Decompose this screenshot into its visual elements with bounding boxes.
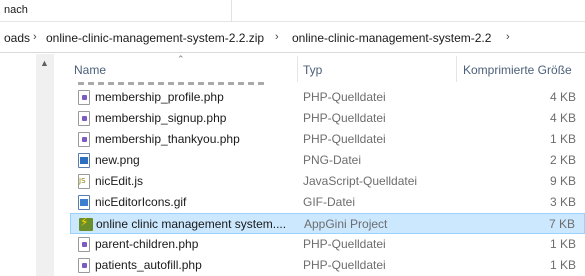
file-row[interactable]: patients_autofill.php PHP-Quelldatei 1 K… bbox=[70, 255, 585, 276]
file-size: 1 KB bbox=[549, 237, 576, 251]
file-type: PHP-Quelldatei bbox=[303, 132, 386, 146]
file-row[interactable]: new.png PNG-Datei 2 KB bbox=[70, 150, 585, 171]
file-name: nicEditorIcons.gif bbox=[95, 195, 187, 209]
file-size: 1 KB bbox=[549, 132, 576, 146]
file-type: PHP-Quelldatei bbox=[303, 237, 386, 251]
file-name: parent-children.php bbox=[95, 237, 199, 251]
file-name: patients_autofill.php bbox=[95, 258, 202, 272]
file-row[interactable]: nicEdit.js JavaScript-Quelldatei 9 KB bbox=[70, 171, 585, 192]
file-size: 4 KB bbox=[549, 111, 576, 125]
column-header-name-label: Name bbox=[74, 63, 107, 77]
file-row[interactable]: parent-children.php PHP-Quelldatei 1 KB bbox=[70, 234, 585, 255]
file-size: 7 KB bbox=[548, 217, 575, 231]
php-file-icon bbox=[78, 258, 90, 273]
file-type: JavaScript-Quelldatei bbox=[303, 174, 418, 188]
file-size: 1 KB bbox=[549, 258, 576, 272]
toolbar-label[interactable]: nach bbox=[4, 4, 28, 16]
php-file-icon bbox=[78, 237, 90, 252]
partially-hidden-row bbox=[78, 82, 268, 85]
php-file-icon bbox=[78, 90, 90, 105]
file-type: PHP-Quelldatei bbox=[303, 111, 386, 125]
toolbar-divider bbox=[231, 0, 232, 22]
breadcrumb-folder[interactable]: online-clinic-management-system-2.2 bbox=[292, 31, 491, 45]
php-file-icon bbox=[78, 111, 90, 126]
column-header-type-label: Typ bbox=[303, 63, 323, 77]
file-size: 4 KB bbox=[549, 90, 576, 104]
chevron-right-icon[interactable]: › bbox=[275, 31, 279, 43]
file-name: nicEdit.js bbox=[95, 174, 144, 188]
toolbar-strip: nach bbox=[0, 0, 585, 22]
file-row[interactable]: membership_profile.php PHP-Quelldatei 4 … bbox=[70, 87, 585, 108]
file-size: 3 KB bbox=[549, 195, 576, 209]
file-type: AppGini Project bbox=[304, 217, 388, 231]
file-name: membership_profile.php bbox=[95, 90, 224, 104]
gif-image-icon bbox=[78, 195, 90, 210]
js-file-icon bbox=[78, 174, 90, 189]
navigation-scrollbar[interactable]: ▲ bbox=[36, 54, 54, 276]
file-size: 9 KB bbox=[549, 174, 576, 188]
php-file-icon bbox=[78, 132, 90, 147]
chevron-right-icon[interactable]: › bbox=[506, 31, 510, 43]
file-type: GIF-Datei bbox=[303, 195, 356, 209]
file-row-selected[interactable]: online clinic management system.... AppG… bbox=[70, 213, 585, 234]
file-name: new.png bbox=[95, 153, 140, 167]
sort-ascending-icon: ⌃ bbox=[177, 54, 185, 64]
file-name: membership_signup.php bbox=[95, 111, 227, 125]
breadcrumb-zip[interactable]: online-clinic-management-system-2.2.zip bbox=[46, 31, 264, 45]
breadcrumb-downloads[interactable]: oads bbox=[4, 31, 30, 45]
file-size: 2 KB bbox=[549, 153, 576, 167]
file-row[interactable]: membership_thankyou.php PHP-Quelldatei 1… bbox=[70, 129, 585, 150]
png-image-icon bbox=[78, 153, 90, 168]
file-type: PHP-Quelldatei bbox=[303, 258, 386, 272]
file-type: PNG-Datei bbox=[303, 153, 362, 167]
file-name: membership_thankyou.php bbox=[95, 132, 240, 146]
scroll-up-arrow-icon[interactable]: ▲ bbox=[40, 58, 49, 68]
file-row[interactable]: nicEditorIcons.gif GIF-Datei 3 KB bbox=[70, 192, 585, 213]
file-type: PHP-Quelldatei bbox=[303, 90, 386, 104]
file-row[interactable]: membership_signup.php PHP-Quelldatei 4 K… bbox=[70, 108, 585, 129]
appgini-project-icon bbox=[79, 215, 93, 232]
column-header-size-label: Komprimierte Größe bbox=[463, 63, 572, 77]
column-header-size[interactable]: Komprimierte Größe bbox=[457, 54, 585, 84]
address-bar[interactable]: oads › online-clinic-management-system-2… bbox=[0, 23, 585, 53]
file-name: online clinic management system.... bbox=[96, 217, 287, 231]
chevron-right-icon[interactable]: › bbox=[33, 31, 37, 43]
column-header-type[interactable]: Typ bbox=[298, 54, 456, 84]
